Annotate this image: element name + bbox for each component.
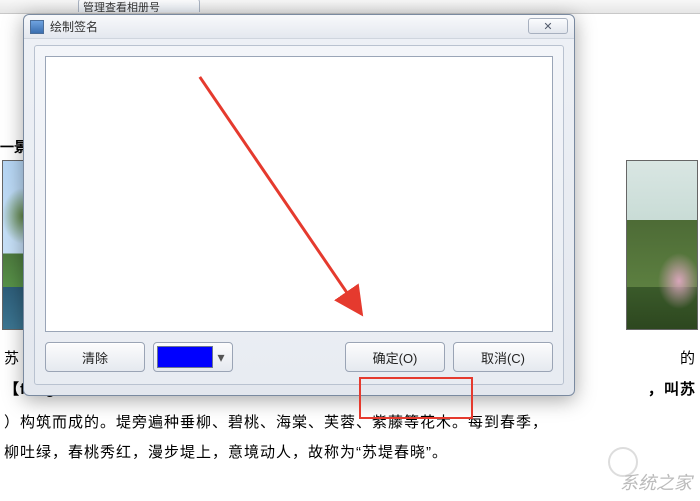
topbar-tab-label: 管理查看相册号: [83, 2, 160, 12]
watermark-text: 系统之家: [620, 469, 692, 495]
color-picker[interactable]: ▾: [153, 342, 233, 372]
signature-canvas[interactable]: [45, 56, 553, 332]
dialog-button-row: 清除 ▾ 确定(O) 取消(C): [45, 340, 553, 374]
ok-button-label: 确定(O): [373, 348, 418, 367]
close-button[interactable]: ✕: [528, 18, 568, 34]
doc-image-right: [626, 160, 698, 330]
doc-line-4: 柳吐绿，春桃秀红，漫步堤上，意境动人，故称为“苏堤春晓”。: [4, 436, 696, 469]
dialog-titlebar[interactable]: 绘制签名 ✕: [24, 15, 574, 39]
color-swatch: [157, 346, 213, 368]
doc-line-3: ）构筑而成的。堤旁遍种垂柳、碧桃、海棠、芙蓉、紫藤等花木。每到春季，: [4, 406, 696, 439]
cancel-button[interactable]: 取消(C): [453, 342, 553, 372]
doc-line-2-right: ，叫苏: [648, 373, 696, 406]
draw-signature-dialog: 绘制签名 ✕ 清除 ▾: [23, 14, 575, 396]
doc-line-1-right: 的: [680, 342, 696, 375]
doc-line-1-left: 苏: [4, 350, 20, 367]
close-icon: ✕: [543, 20, 552, 33]
chevron-down-icon: ▾: [213, 349, 229, 366]
dialog-title: 绘制签名: [50, 18, 98, 35]
dialog-body: 清除 ▾ 确定(O) 取消(C): [34, 45, 564, 385]
ok-button[interactable]: 确定(O): [345, 342, 445, 372]
annotation-arrow: [46, 57, 552, 331]
clear-button[interactable]: 清除: [45, 342, 145, 372]
topbar-tab[interactable]: 管理查看相册号: [78, 0, 200, 12]
app-topbar: 管理查看相册号: [0, 0, 700, 14]
cancel-button-label: 取消(C): [481, 348, 525, 367]
clear-button-label: 清除: [82, 348, 108, 367]
dialog-app-icon: [30, 20, 44, 34]
